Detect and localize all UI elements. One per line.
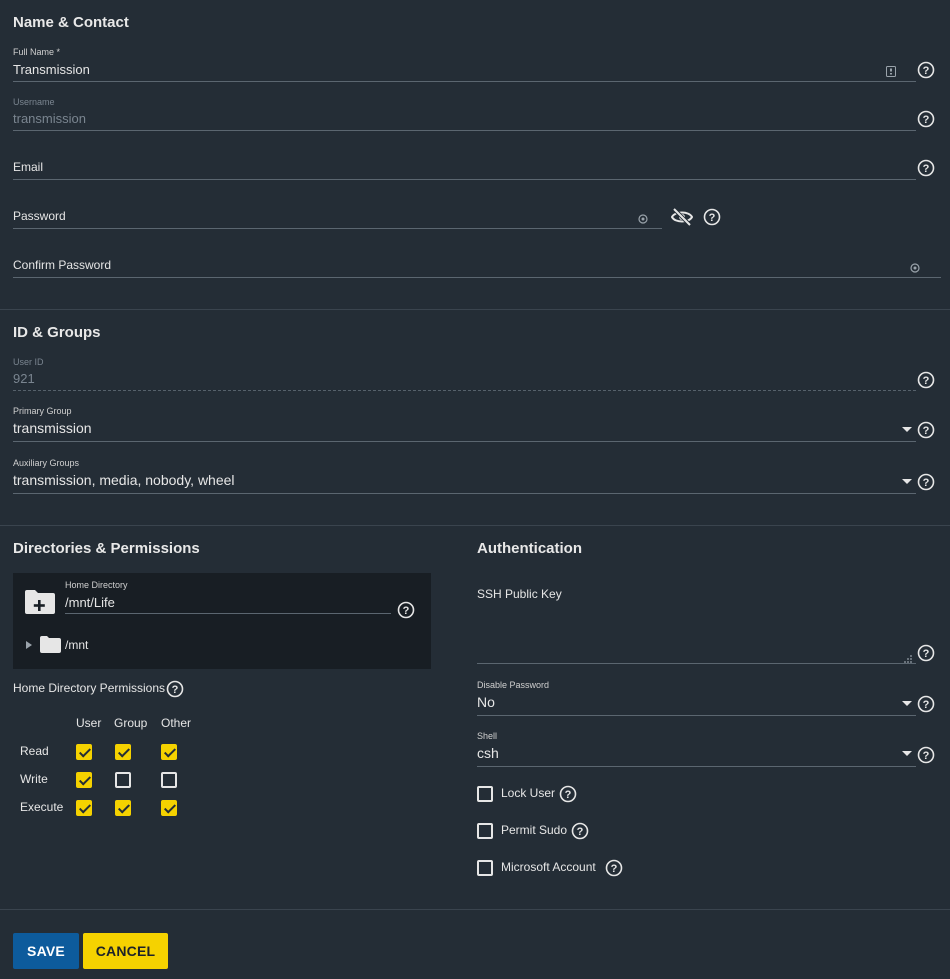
primary-group-help-icon[interactable]: ?: [917, 421, 935, 439]
perm-execute-user-checkbox[interactable]: [76, 800, 92, 816]
save-button[interactable]: SAVE: [13, 933, 79, 969]
folder-icon: [40, 636, 61, 653]
lock-user-label: Lock User: [501, 786, 556, 800]
username-label: Username: [13, 97, 55, 107]
chevron-down-icon: [902, 701, 912, 706]
ssh-key-help-icon[interactable]: ?: [917, 644, 935, 662]
disable-password-label: Disable Password: [477, 680, 550, 690]
section-title-id-groups: ID & Groups: [13, 324, 101, 341]
permissions-title: Home Directory Permissions: [13, 681, 166, 695]
shell-label: Shell: [477, 731, 498, 741]
perm-col-group: Group: [114, 716, 148, 730]
svg-text:?: ?: [923, 699, 930, 711]
aux-groups-label: Auxiliary Groups: [13, 458, 80, 468]
password-label: Password: [13, 209, 66, 223]
resize-handle-icon[interactable]: [903, 650, 912, 663]
primary-group-value: transmission: [13, 420, 92, 436]
full-name-input[interactable]: Transmission: [13, 62, 90, 77]
tree-node-label: /mnt: [65, 638, 89, 652]
full-name-label: Full Name *: [13, 47, 61, 57]
perm-write-other-checkbox[interactable]: [161, 772, 177, 788]
section-title-directories: Directories & Permissions: [13, 540, 200, 557]
svg-text:?: ?: [923, 375, 930, 387]
perm-read-user-checkbox[interactable]: [76, 744, 92, 760]
microsoft-account-checkbox[interactable]: [477, 860, 493, 876]
primary-group-label: Primary Group: [13, 406, 72, 416]
home-directory-label: Home Directory: [65, 580, 128, 590]
disable-password-help-icon[interactable]: ?: [917, 695, 935, 713]
perm-read-group-checkbox[interactable]: [115, 744, 131, 760]
svg-text:?: ?: [611, 863, 618, 875]
perm-col-user: User: [76, 716, 102, 730]
username-input: transmission: [13, 111, 86, 126]
svg-text:?: ?: [403, 605, 410, 617]
password-help-icon[interactable]: ?: [703, 208, 721, 226]
perm-read-other-checkbox[interactable]: [161, 744, 177, 760]
permit-sudo-help-icon[interactable]: ?: [571, 822, 589, 840]
svg-text:?: ?: [709, 212, 716, 224]
email-help-icon[interactable]: ?: [917, 159, 935, 177]
lock-user-help-icon[interactable]: ?: [559, 785, 577, 803]
aux-groups-help-icon[interactable]: ?: [917, 473, 935, 491]
user-id-label: User ID: [13, 357, 44, 367]
user-id-help-icon[interactable]: ?: [917, 371, 935, 389]
chevron-down-icon: [902, 479, 912, 484]
aux-groups-value: transmission, media, nobody, wheel: [13, 472, 235, 488]
username-help-icon[interactable]: ?: [917, 110, 935, 128]
cancel-button[interactable]: CANCEL: [83, 933, 168, 969]
permit-sudo-label: Permit Sudo: [501, 823, 568, 837]
perm-row-read: Read: [20, 744, 49, 758]
perm-row-execute: Execute: [20, 800, 64, 814]
confirm-password-label: Confirm Password: [13, 258, 112, 272]
perm-execute-other-checkbox[interactable]: [161, 800, 177, 816]
ssh-key-label: SSH Public Key: [477, 587, 562, 601]
shell-value: csh: [477, 745, 499, 761]
chevron-down-icon: [902, 751, 912, 756]
disable-password-value: No: [477, 694, 495, 710]
svg-text:?: ?: [923, 750, 930, 762]
key-icon: [638, 211, 648, 224]
svg-text:?: ?: [923, 425, 930, 437]
svg-text:?: ?: [565, 789, 572, 801]
perm-write-group-checkbox[interactable]: [115, 772, 131, 788]
svg-text:?: ?: [923, 65, 930, 77]
section-title-authentication: Authentication: [477, 540, 582, 557]
home-directory-explorer: Home Directory /mnt/Life ? /mnt: [13, 573, 431, 669]
microsoft-account-label: Microsoft Account: [501, 860, 596, 874]
svg-text:?: ?: [923, 477, 930, 489]
full-name-help-icon[interactable]: ?: [917, 61, 935, 79]
svg-text:?: ?: [577, 826, 584, 838]
home-directory-help-icon[interactable]: ?: [397, 601, 415, 619]
contact-card-icon: [886, 64, 896, 77]
email-label: Email: [13, 160, 44, 174]
folder-add-icon[interactable]: [24, 589, 56, 615]
chevron-down-icon: [902, 427, 912, 432]
key-icon: [910, 260, 920, 273]
microsoft-account-help-icon[interactable]: ?: [605, 859, 623, 877]
svg-text:?: ?: [923, 648, 930, 660]
expand-arrow-icon[interactable]: [26, 641, 32, 649]
perm-row-write: Write: [20, 772, 48, 786]
perm-execute-group-checkbox[interactable]: [115, 800, 131, 816]
shell-help-icon[interactable]: ?: [917, 746, 935, 764]
svg-text:?: ?: [172, 684, 179, 696]
svg-text:?: ?: [923, 163, 930, 175]
svg-text:?: ?: [923, 114, 930, 126]
home-directory-value: /mnt/Life: [65, 595, 115, 610]
toggle-password-visibility-icon[interactable]: [670, 207, 694, 227]
perm-col-other: Other: [161, 716, 192, 730]
perm-write-user-checkbox[interactable]: [76, 772, 92, 788]
user-id-input: 921: [13, 371, 35, 386]
permit-sudo-checkbox[interactable]: [477, 823, 493, 839]
permissions-help-icon[interactable]: ?: [166, 680, 184, 698]
lock-user-checkbox[interactable]: [477, 786, 493, 802]
section-title-name-contact: Name & Contact: [13, 14, 129, 31]
